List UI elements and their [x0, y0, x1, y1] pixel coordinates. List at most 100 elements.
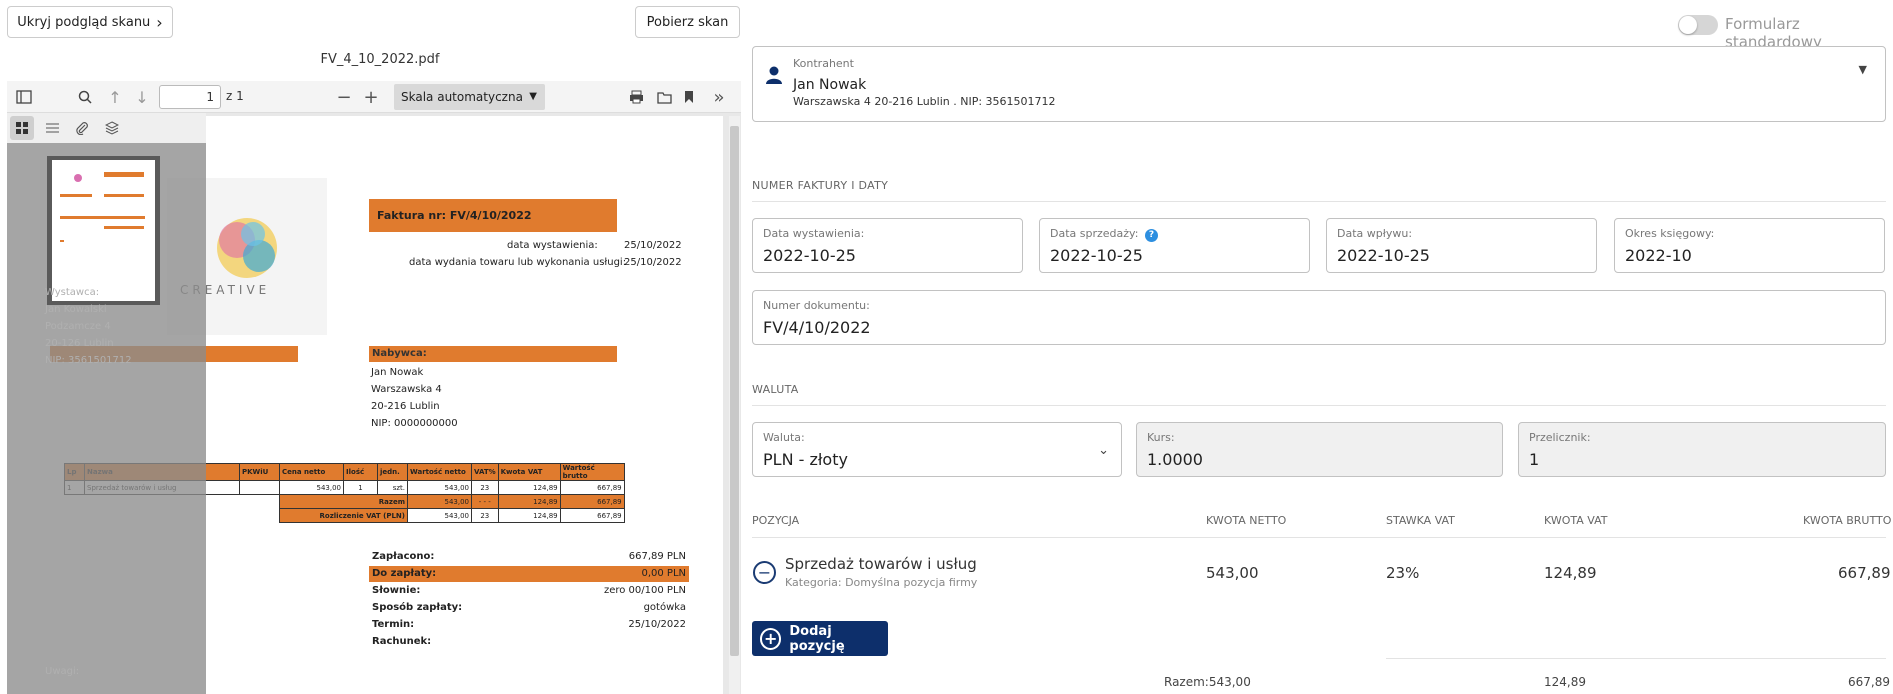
- previous-page-icon[interactable]: ↑: [103, 81, 127, 113]
- table-header-cell: Wartość netto: [407, 463, 472, 481]
- hide-scan-button[interactable]: Ukryj podgląd skanu ›: [7, 6, 173, 38]
- due-value: 0,00 PLN: [641, 568, 686, 579]
- column-header-gross: KWOTA BRUTTO: [1803, 514, 1892, 527]
- search-icon[interactable]: [73, 81, 97, 113]
- exchange-rate-field[interactable]: Kurs: 1.0000: [1136, 422, 1503, 477]
- table-cell: 124,89: [497, 480, 561, 495]
- column-header-vat-amount: KWOTA VAT: [1544, 514, 1608, 527]
- table-header-cell: Cena netto: [279, 463, 344, 481]
- scrollbar-thumb[interactable]: [730, 126, 739, 656]
- contractor-label: Kontrahent: [793, 57, 854, 70]
- currency-field-label: Waluta:: [763, 431, 805, 444]
- bookmark-icon[interactable]: [677, 81, 701, 113]
- issue-date-label: data wystawienia:: [507, 240, 598, 251]
- currency-field-value: PLN - złoty: [763, 450, 848, 469]
- caret-down-icon: ▼: [1858, 63, 1867, 76]
- buyer-line: Warszawska 4: [371, 384, 442, 395]
- issue-date-field-label: Data wystawienia:: [763, 227, 865, 240]
- accounting-period-field-label: Okres księgowy:: [1625, 227, 1715, 240]
- thumbnails-icon[interactable]: [10, 116, 34, 140]
- open-file-icon[interactable]: [652, 81, 676, 113]
- table-cell: 23: [471, 480, 499, 495]
- zoom-out-icon[interactable]: −: [332, 81, 356, 113]
- help-icon[interactable]: ?: [1144, 229, 1158, 242]
- receipt-date-field[interactable]: Data wpływu: 2022-10-25: [1326, 218, 1597, 273]
- currency-select[interactable]: Waluta: PLN - złoty ⌄: [752, 422, 1122, 477]
- add-item-button[interactable]: + Dodaj pozycję: [752, 621, 888, 656]
- table-cell: Razem: [279, 494, 408, 509]
- pdf-filename: FV_4_10_2022.pdf: [320, 52, 440, 67]
- zoom-in-icon[interactable]: +: [359, 81, 383, 113]
- due-date-row: Termin: 25/10/2022: [369, 617, 689, 633]
- table-cell: 543,00: [279, 480, 344, 495]
- payment-method-value: gotówka: [643, 602, 686, 613]
- zoom-scale-select[interactable]: Skala automatyczna ▼: [394, 84, 545, 110]
- item-vat-rate: 23%: [1386, 564, 1420, 582]
- payment-method-label: Sposób zapłaty:: [372, 602, 463, 613]
- receipt-date-field-value: 2022-10-25: [1337, 246, 1430, 265]
- exchange-rate-field-label: Kurs:: [1147, 431, 1175, 444]
- seller-line: NIP: 3561501712: [45, 355, 132, 366]
- due-date-label: Termin:: [372, 619, 415, 630]
- table-cell: 667,89: [559, 480, 625, 495]
- item-gross: 667,89: [1838, 564, 1891, 582]
- section-title-dates: NUMER FAKTURY I DATY: [752, 179, 889, 192]
- issue-date-field[interactable]: Data wystawienia: 2022-10-25: [752, 218, 1023, 273]
- table-cell: 667,89: [559, 494, 625, 509]
- table-header-cell: Kwota VAT: [497, 463, 561, 481]
- sale-date-field[interactable]: Data sprzedaży: ? 2022-10-25: [1039, 218, 1310, 273]
- due-label: Do zapłaty:: [372, 568, 437, 579]
- layers-icon[interactable]: [100, 116, 124, 140]
- divider: [1386, 658, 1886, 659]
- buyer-line: 20-216 Lublin: [371, 401, 440, 412]
- converter-field-label: Przelicznik:: [1529, 431, 1591, 444]
- document-number-field-label: Numer dokumentu:: [763, 299, 870, 312]
- payment-method-row: Sposób zapłaty: gotówka: [369, 600, 689, 616]
- contractor-select[interactable]: Kontrahent Jan Nowak Warszawska 4 20-216…: [752, 46, 1886, 122]
- table-header-cell: Ilość: [343, 463, 378, 481]
- delivery-date-value: 25/10/2022: [624, 257, 682, 268]
- next-page-icon[interactable]: ↓: [130, 81, 154, 113]
- remove-item-icon[interactable]: −: [753, 561, 776, 584]
- seller-line: 20-126 Lublin: [45, 338, 114, 349]
- standard-form-toggle[interactable]: [1678, 15, 1718, 35]
- sidebar-toggle-icon[interactable]: [10, 81, 38, 113]
- zoom-scale-value: Skala automatyczna: [401, 90, 523, 104]
- attachment-icon[interactable]: [70, 116, 94, 140]
- page-number-input[interactable]: 1: [159, 85, 221, 109]
- accounting-period-field[interactable]: Okres księgowy: 2022-10: [1614, 218, 1885, 273]
- download-scan-button[interactable]: Pobierz skan: [635, 6, 740, 38]
- page-thumbnail[interactable]: [47, 156, 160, 305]
- page-count: z 1: [226, 89, 244, 103]
- seller-line: Jan Kowalski: [45, 304, 107, 315]
- paid-value: 667,89 PLN: [628, 551, 686, 562]
- column-header-vat-rate: STAWKA VAT: [1386, 514, 1455, 527]
- in-words-value: zero 00/100 PLN: [603, 585, 686, 596]
- exchange-rate-field-value: 1.0000: [1147, 450, 1203, 469]
- tools-menu-icon[interactable]: »: [707, 81, 731, 113]
- chevron-down-icon: ⌄: [1098, 443, 1109, 458]
- buyer-line: Jan Nowak: [371, 367, 424, 378]
- chevron-right-icon: ›: [156, 12, 163, 32]
- sidebar-tabs: [7, 113, 206, 143]
- in-words-row: Słownie: zero 00/100 PLN: [369, 583, 689, 599]
- in-words-label: Słownie:: [372, 585, 421, 596]
- converter-field[interactable]: Przelicznik: 1: [1518, 422, 1886, 477]
- pdf-toolbar: ↑ ↓ 1 z 1 − + Skala automatyczna ▼ »: [7, 81, 741, 113]
- pdf-scrollbar[interactable]: [729, 116, 740, 694]
- section-title-currency: WALUTA: [752, 383, 799, 396]
- page-thumbnail-image: [52, 160, 155, 301]
- column-header-position: POZYCJA: [752, 514, 800, 527]
- table-cell: 23: [471, 508, 499, 523]
- due-row: Do zapłaty: 0,00 PLN: [369, 566, 689, 582]
- print-icon[interactable]: [624, 81, 648, 113]
- issue-date-value: 25/10/2022: [624, 240, 682, 251]
- plus-icon: +: [760, 627, 782, 650]
- table-cell: 124,89: [497, 494, 561, 509]
- table-cell: 543,00: [407, 494, 472, 509]
- outline-icon[interactable]: [40, 116, 64, 140]
- document-number-field[interactable]: Numer dokumentu: FV/4/10/2022: [752, 290, 1886, 345]
- item-net: 543,00: [1206, 564, 1259, 582]
- table-cell: 543,00: [407, 480, 472, 495]
- add-item-label: Dodaj pozycję: [789, 623, 845, 654]
